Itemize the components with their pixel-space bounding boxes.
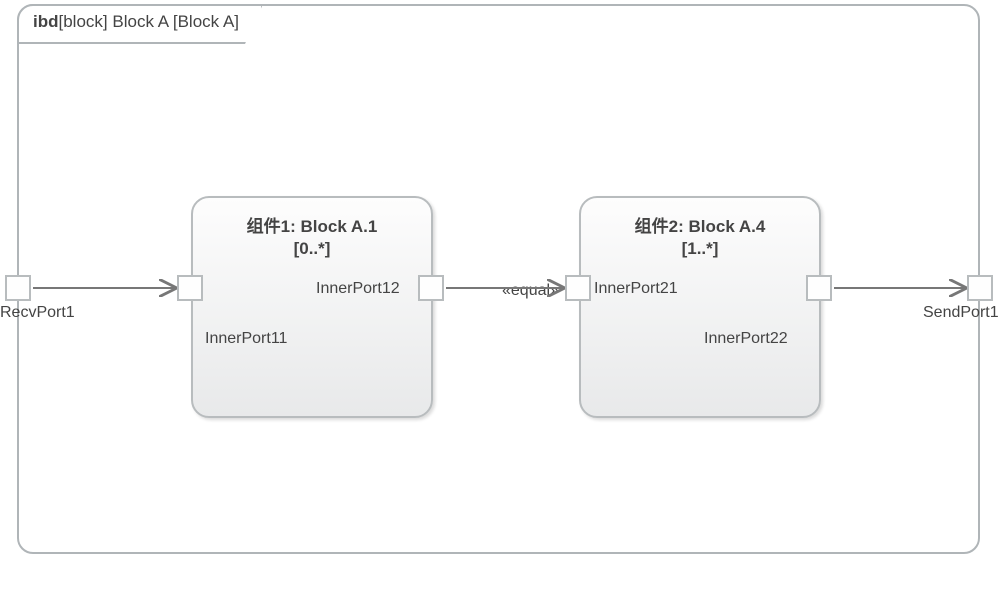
frame-name: Block A <box>112 12 168 31</box>
frame-title-tab: ibd[block] Block A [Block A] <box>17 4 263 44</box>
frame-bracket-name: [Block A] <box>173 12 239 31</box>
label-recvport1: RecvPort1 <box>0 304 75 322</box>
block2-title: 组件2: Block A.4 <box>581 198 819 237</box>
frame-stereotype: [block] <box>59 12 108 31</box>
block1-title-prefix: 组件1: <box>247 217 296 236</box>
block2-title-type: Block A.4 <box>689 217 766 236</box>
connector-stereotype-equal: «equal» <box>502 282 559 300</box>
label-innerport12: InnerPort12 <box>316 280 400 298</box>
port-recvport1[interactable] <box>5 275 31 301</box>
label-innerport22: InnerPort22 <box>704 330 788 348</box>
label-sendport1: SendPort1 <box>923 304 999 322</box>
block1-multiplicity: [0..*] <box>193 237 431 259</box>
block2-multiplicity: [1..*] <box>581 237 819 259</box>
port-innerport21[interactable] <box>565 275 591 301</box>
port-innerport22[interactable] <box>806 275 832 301</box>
ibd-frame: ibd[block] Block A [Block A] 组件1: Block … <box>17 4 980 554</box>
frame-kind: ibd <box>33 12 59 31</box>
label-innerport11: InnerPort11 <box>205 330 287 348</box>
block-component-1[interactable]: 组件1: Block A.1 [0..*] <box>191 196 433 418</box>
block2-title-prefix: 组件2: <box>635 217 684 236</box>
block1-title-type: Block A.1 <box>301 217 378 236</box>
port-innerport11[interactable] <box>177 275 203 301</box>
port-innerport12[interactable] <box>418 275 444 301</box>
port-sendport1[interactable] <box>967 275 993 301</box>
block-component-2[interactable]: 组件2: Block A.4 [1..*] <box>579 196 821 418</box>
label-innerport21: InnerPort21 <box>594 280 678 298</box>
diagram-canvas: ibd[block] Block A [Block A] 组件1: Block … <box>0 0 1000 595</box>
block1-title: 组件1: Block A.1 <box>193 198 431 237</box>
